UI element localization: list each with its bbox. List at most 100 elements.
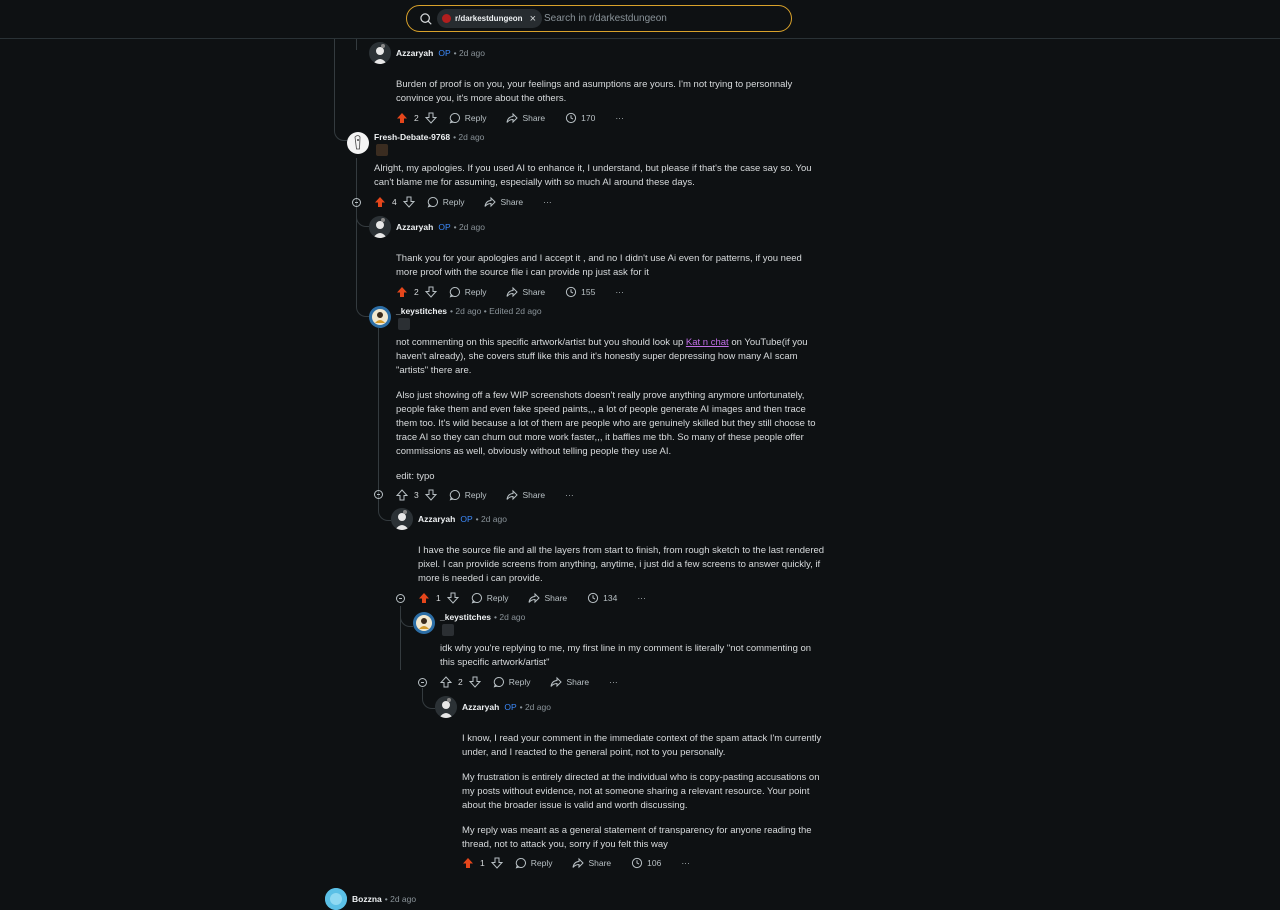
thread-line — [400, 606, 413, 627]
share-button[interactable]: Share — [484, 196, 523, 208]
views-button[interactable]: 170 — [565, 112, 595, 124]
upvote-icon[interactable] — [374, 196, 386, 208]
comment-author[interactable]: Azzaryah OP • 2d ago — [396, 222, 485, 232]
kat-n-chat-link[interactable]: Kat n chat — [686, 337, 729, 348]
avatar[interactable] — [435, 696, 457, 718]
avatar[interactable] — [325, 888, 347, 910]
top-bar: r/darkestdungeon × Search in r/darkestdu… — [0, 0, 1280, 39]
comment-actions: 2 Reply Share 155 ··· — [396, 284, 624, 300]
avatar[interactable] — [369, 42, 391, 64]
collapse-button[interactable] — [418, 678, 427, 687]
upvote-icon[interactable] — [462, 857, 474, 869]
vote-count: 1 — [480, 858, 485, 868]
reply-button[interactable]: Reply — [449, 112, 486, 124]
views-button[interactable]: 155 — [565, 286, 595, 298]
more-options-button[interactable]: ··· — [615, 287, 624, 297]
reply-button[interactable]: Reply — [515, 857, 552, 869]
comment-actions: 2 Reply Share ··· — [440, 674, 618, 690]
vote-count: 2 — [414, 113, 419, 123]
downvote-icon[interactable] — [446, 592, 459, 604]
clock-icon — [566, 112, 577, 124]
comment-author[interactable]: Azzaryah OP • 2d ago — [418, 514, 507, 524]
share-button[interactable]: Share — [550, 676, 589, 688]
thread-line — [356, 206, 369, 227]
collapse-button[interactable] — [352, 198, 361, 207]
share-icon — [550, 676, 563, 688]
collapse-button[interactable] — [374, 490, 383, 499]
close-icon[interactable]: × — [530, 13, 536, 25]
comment-author[interactable]: Fresh-Debate-9768 • 2d ago — [374, 132, 484, 142]
reply-button[interactable]: Reply — [449, 489, 486, 501]
avatar[interactable] — [369, 306, 391, 328]
thread-line — [356, 158, 357, 296]
thread-line — [378, 328, 379, 490]
more-options-button[interactable]: ··· — [543, 197, 552, 207]
share-button[interactable]: Share — [506, 489, 545, 501]
upvote-icon[interactable] — [440, 676, 452, 688]
comment-actions: 2 Reply Share 170 ··· — [396, 110, 624, 126]
avatar[interactable] — [391, 508, 413, 530]
share-icon — [572, 857, 585, 869]
comment-meta: • 2d ago — [519, 702, 551, 712]
share-button[interactable]: Share — [506, 112, 545, 124]
comment-author[interactable]: _keystitches • 2d ago — [440, 612, 525, 622]
comment-actions: 1 Reply Share 106 ··· — [462, 855, 690, 871]
downvote-icon[interactable] — [424, 286, 437, 298]
comment-author[interactable]: Azzaryah OP • 2d ago — [462, 702, 551, 712]
comment-meta: • 2d ago • Edited 2d ago — [450, 306, 542, 316]
upvote-icon[interactable] — [396, 286, 408, 298]
comment-actions: 4 Reply Share ··· — [374, 194, 552, 210]
collapse-button[interactable] — [396, 594, 405, 603]
reply-button[interactable]: Reply — [471, 592, 508, 604]
upvote-icon[interactable] — [418, 592, 430, 604]
avatar[interactable] — [369, 216, 391, 238]
comment-meta: • 2d ago — [494, 612, 526, 622]
reply-button[interactable]: Reply — [449, 286, 486, 298]
vote-count: 2 — [458, 677, 463, 687]
downvote-icon[interactable] — [424, 489, 437, 501]
downvote-icon[interactable] — [490, 857, 503, 869]
reply-button[interactable]: Reply — [493, 676, 530, 688]
comment-author[interactable]: Azzaryah OP • 2d ago — [396, 48, 485, 58]
vote-count: 4 — [392, 197, 397, 207]
user-flair — [398, 318, 410, 330]
comment-thread: Azzaryah OP • 2d ago Burden of proof is on… — [0, 38, 1280, 910]
avatar[interactable] — [413, 612, 435, 634]
thread-line — [422, 688, 435, 709]
downvote-icon[interactable] — [402, 196, 415, 208]
search-input[interactable]: Search in r/darkestdungeon — [544, 13, 667, 24]
thread-line — [356, 38, 357, 50]
avatar[interactable] — [347, 132, 369, 154]
comment-icon — [427, 197, 438, 208]
comment-author[interactable]: _keystitches • 2d ago • Edited 2d ago — [396, 306, 542, 316]
more-options-button[interactable]: ··· — [637, 593, 646, 603]
op-badge: OP — [438, 222, 451, 232]
downvote-icon[interactable] — [424, 112, 437, 124]
share-button[interactable]: Share — [528, 592, 567, 604]
downvote-icon[interactable] — [468, 676, 481, 688]
share-button[interactable]: Share — [506, 286, 545, 298]
subreddit-chip[interactable]: r/darkestdungeon × — [437, 9, 543, 28]
views-button[interactable]: 134 — [587, 592, 617, 604]
comment-meta: • 2d ago — [453, 132, 485, 142]
comment-icon — [449, 113, 460, 124]
comment-meta: • 2d ago — [453, 222, 485, 232]
views-button[interactable]: 106 — [631, 857, 661, 869]
comment-meta: • 2d ago — [453, 48, 485, 58]
upvote-icon[interactable] — [396, 489, 408, 501]
reply-button[interactable]: Reply — [427, 196, 464, 208]
upvote-icon[interactable] — [396, 112, 408, 124]
more-options-button[interactable]: ··· — [565, 490, 574, 500]
share-button[interactable]: Share — [572, 857, 611, 869]
more-options-button[interactable]: ··· — [615, 113, 624, 123]
more-options-button[interactable]: ··· — [681, 858, 690, 868]
search-bar[interactable]: r/darkestdungeon × Search in r/darkestdu… — [406, 5, 792, 32]
share-icon — [528, 592, 541, 604]
op-badge: OP — [460, 514, 473, 524]
comment-actions: 3 Reply Share ··· — [396, 487, 574, 503]
comment-meta: • 2d ago — [475, 514, 507, 524]
subreddit-icon — [442, 14, 451, 23]
comment-author[interactable]: Bozzna • 2d ago — [352, 894, 416, 904]
more-options-button[interactable]: ··· — [609, 677, 618, 687]
thread-line — [334, 100, 347, 141]
